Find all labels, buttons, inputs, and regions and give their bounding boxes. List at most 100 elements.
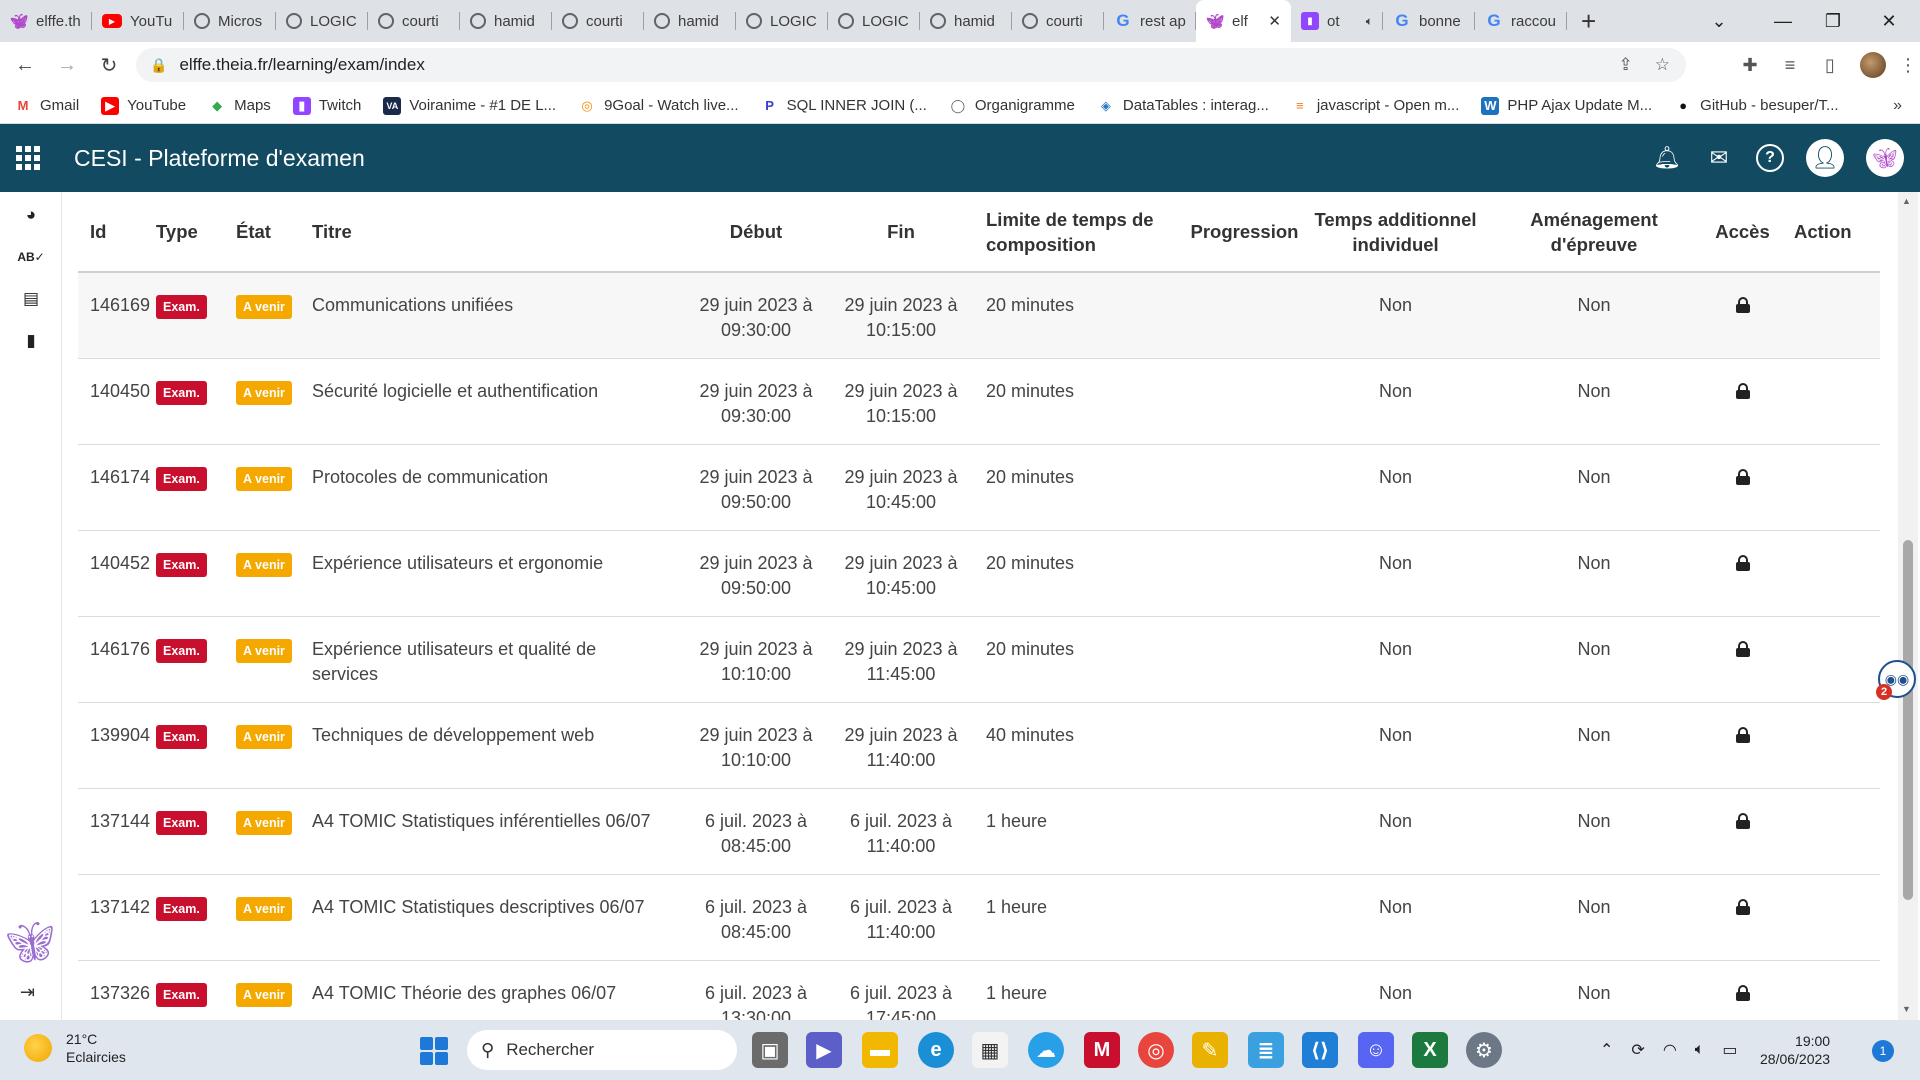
col-header-id[interactable]: Id xyxy=(78,192,156,273)
col-header-titre[interactable]: Titre xyxy=(306,192,686,273)
col-header-action[interactable]: Action xyxy=(1780,192,1880,273)
close-tab-icon[interactable]: ✕ xyxy=(1268,12,1281,30)
site-lock-icon[interactable]: 🔒 xyxy=(150,57,167,74)
browser-tab[interactable]: 🦋︎ elffe.th xyxy=(0,0,92,42)
scroll-up-arrow-icon[interactable]: ▲ xyxy=(1902,196,1911,206)
col-header-acces[interactable]: Accès xyxy=(1705,192,1780,273)
col-header-progression[interactable]: Progression xyxy=(1181,192,1308,273)
table-row[interactable]: 146176 Exam. A venir Expérience utilisateur… xyxy=(78,616,1880,703)
bookmarks-overflow-icon[interactable]: » xyxy=(1893,97,1902,115)
bookmark-item[interactable]: ◎ 9Goal - Watch live... xyxy=(578,97,738,115)
excel-icon[interactable]: X xyxy=(1412,1032,1448,1068)
browser-tab[interactable]: ▮ ot 🔈︎ xyxy=(1291,0,1383,42)
paint-tool-icon[interactable]: ✎ xyxy=(1192,1032,1228,1068)
dashboard-icon[interactable]: ◕ xyxy=(20,204,42,226)
discord-icon[interactable]: ☺ xyxy=(1358,1032,1394,1068)
reload-icon[interactable]: ↻ xyxy=(92,48,126,82)
side-panel-icon[interactable]: ▯ xyxy=(1810,55,1850,76)
browser-tab[interactable]: Gbonne xyxy=(1383,0,1475,42)
browser-tab[interactable]: 🦋︎ elf ✕ xyxy=(1196,0,1291,42)
tab-search-icon[interactable]: ⌄ xyxy=(1696,0,1742,42)
bookmark-item[interactable]: M Gmail xyxy=(14,97,80,115)
table-row[interactable]: 146169 Exam. A venir Communications unifiée… xyxy=(78,272,1880,359)
volume-icon[interactable]: 🔈︎ xyxy=(1695,1041,1705,1059)
vscode-icon[interactable]: ⟨⟩ xyxy=(1302,1032,1338,1068)
address-bar[interactable]: 🔒 elffe.theia.fr/learning/exam/index ⇪ ☆ xyxy=(136,48,1686,82)
notifications-bell-icon[interactable]: 🔔︎ xyxy=(1652,143,1682,173)
task-view-icon[interactable]: ▣ xyxy=(752,1032,788,1068)
clipboard-icon[interactable]: ▮ xyxy=(20,330,42,352)
forward-icon[interactable]: → xyxy=(50,48,84,82)
user-account-icon[interactable]: 👤︎ xyxy=(1806,139,1844,177)
exam-title[interactable]: A4 TOMIC Statistiques inférentielles 06/… xyxy=(306,788,686,875)
extensions-icon[interactable]: ✚ xyxy=(1730,55,1770,76)
exam-title[interactable]: Expérience utilisateurs et ergonomie xyxy=(306,530,686,617)
mcafee-icon[interactable]: M xyxy=(1084,1032,1120,1068)
maximize-icon[interactable]: ❐ xyxy=(1810,0,1856,42)
menu-kebab-icon[interactable]: ⋮ xyxy=(1896,55,1920,76)
col-header-temps-additionnel[interactable]: Temps additionnel individuel xyxy=(1308,192,1483,273)
media-control-icon[interactable]: ≡ xyxy=(1770,55,1810,76)
browser-tab[interactable]: courti xyxy=(1012,0,1104,42)
table-row[interactable]: 140450 Exam. A venir Sécurité logicielle et… xyxy=(78,358,1880,445)
bookmark-item[interactable]: VA Voiranime - #1 DE L... xyxy=(383,96,556,115)
elffe-logo-icon[interactable]: 🦋︎ xyxy=(1866,139,1904,177)
bookmark-star-icon[interactable]: ☆ xyxy=(1655,55,1670,75)
col-header-etat[interactable]: État xyxy=(236,192,306,273)
battery-icon[interactable]: ▭ xyxy=(1722,1040,1737,1060)
file-explorer-icon[interactable]: ▬ xyxy=(862,1032,898,1068)
spellcheck-icon[interactable]: AB✓ xyxy=(17,246,44,268)
taskbar-search[interactable]: ⚲ Rechercher xyxy=(467,1030,737,1070)
exam-title[interactable]: Expérience utilisateurs et qualité de se… xyxy=(306,616,686,703)
wifi-icon[interactable]: ◠ xyxy=(1663,1040,1677,1060)
table-row[interactable]: 146174 Exam. A venir Protocoles de communic… xyxy=(78,444,1880,531)
scrollbar-thumb[interactable] xyxy=(1903,540,1913,900)
browser-tab[interactable]: courti xyxy=(552,0,644,42)
weather-app-icon[interactable]: ☁ xyxy=(1028,1032,1064,1068)
profile-avatar[interactable] xyxy=(1860,52,1886,78)
teams-icon[interactable]: ▶ xyxy=(806,1032,842,1068)
help-icon[interactable]: ? xyxy=(1756,144,1784,172)
bookmark-item[interactable]: P SQL INNER JOIN (... xyxy=(761,97,927,115)
share-icon[interactable]: ⇪ xyxy=(1619,55,1633,75)
scroll-down-arrow-icon[interactable]: ▼ xyxy=(1902,1004,1911,1014)
exam-title[interactable]: A4 TOMIC Statistiques descriptives 06/07 xyxy=(306,874,686,961)
browser-tab[interactable]: LOGIC xyxy=(276,0,368,42)
weather-widget[interactable]: 21°C Eclaircies xyxy=(24,1030,126,1066)
table-row[interactable]: 137142 Exam. A venir A4 TOMIC Statistiques … xyxy=(78,874,1880,961)
browser-tab[interactable]: hamid xyxy=(644,0,736,42)
table-row[interactable]: 140452 Exam. A venir Expérience utilisateur… xyxy=(78,530,1880,617)
table-row[interactable]: 137144 Exam. A venir A4 TOMIC Statistiques … xyxy=(78,788,1880,875)
notification-count-badge[interactable]: 1 xyxy=(1872,1040,1894,1062)
browser-tab[interactable]: Graccou xyxy=(1475,0,1567,42)
page-scrollbar[interactable]: ▲ ▼ xyxy=(1898,192,1918,1020)
browser-tab[interactable]: LOGIC xyxy=(736,0,828,42)
taskbar-clock[interactable]: 19:00 28/06/2023 xyxy=(1760,1032,1830,1068)
bookmark-item[interactable]: ◈ DataTables : interag... xyxy=(1097,97,1269,115)
table-row[interactable]: 139904 Exam. A venir Techniques de développ… xyxy=(78,702,1880,789)
store-icon[interactable]: ▦ xyxy=(972,1032,1008,1068)
exam-title[interactable]: A4 TOMIC Théorie des graphes 06/07 xyxy=(306,960,686,1020)
browser-tab[interactable]: hamid xyxy=(920,0,1012,42)
exam-title[interactable]: Communications unifiées xyxy=(306,272,686,359)
exam-title[interactable]: Sécurité logicielle et authentification xyxy=(306,358,686,445)
tab-audio-icon[interactable]: 🔈︎ xyxy=(1366,14,1373,29)
close-window-icon[interactable]: ✕ xyxy=(1866,0,1912,42)
col-header-type[interactable]: Type xyxy=(156,192,236,273)
chrome-icon[interactable]: ◎ xyxy=(1138,1032,1174,1068)
exam-title[interactable]: Protocoles de communication xyxy=(306,444,686,531)
browser-tab[interactable]: hamid xyxy=(460,0,552,42)
bookmark-item[interactable]: ▮ Twitch xyxy=(292,96,361,115)
assistant-bot-button[interactable]: ◉◉ 2 xyxy=(1876,660,1916,700)
mail-icon[interactable]: ✉ xyxy=(1704,143,1734,173)
exam-title[interactable]: Techniques de développement web xyxy=(306,702,686,789)
bookmark-item[interactable]: W PHP Ajax Update M... xyxy=(1481,96,1652,115)
col-header-amenagement[interactable]: Aménagement d'épreuve xyxy=(1483,192,1705,273)
browser-tab[interactable]: courti xyxy=(368,0,460,42)
col-header-debut[interactable]: Début xyxy=(686,192,826,273)
expand-sidebar-icon[interactable]: ⇥ xyxy=(20,982,35,1003)
table-row[interactable]: 137326 Exam. A venir A4 TOMIC Théorie des g… xyxy=(78,960,1880,1020)
bookmark-item[interactable]: ● GitHub - besuper/T... xyxy=(1674,97,1838,115)
browser-tab[interactable]: Grest ap xyxy=(1104,0,1196,42)
col-header-fin[interactable]: Fin xyxy=(826,192,976,273)
